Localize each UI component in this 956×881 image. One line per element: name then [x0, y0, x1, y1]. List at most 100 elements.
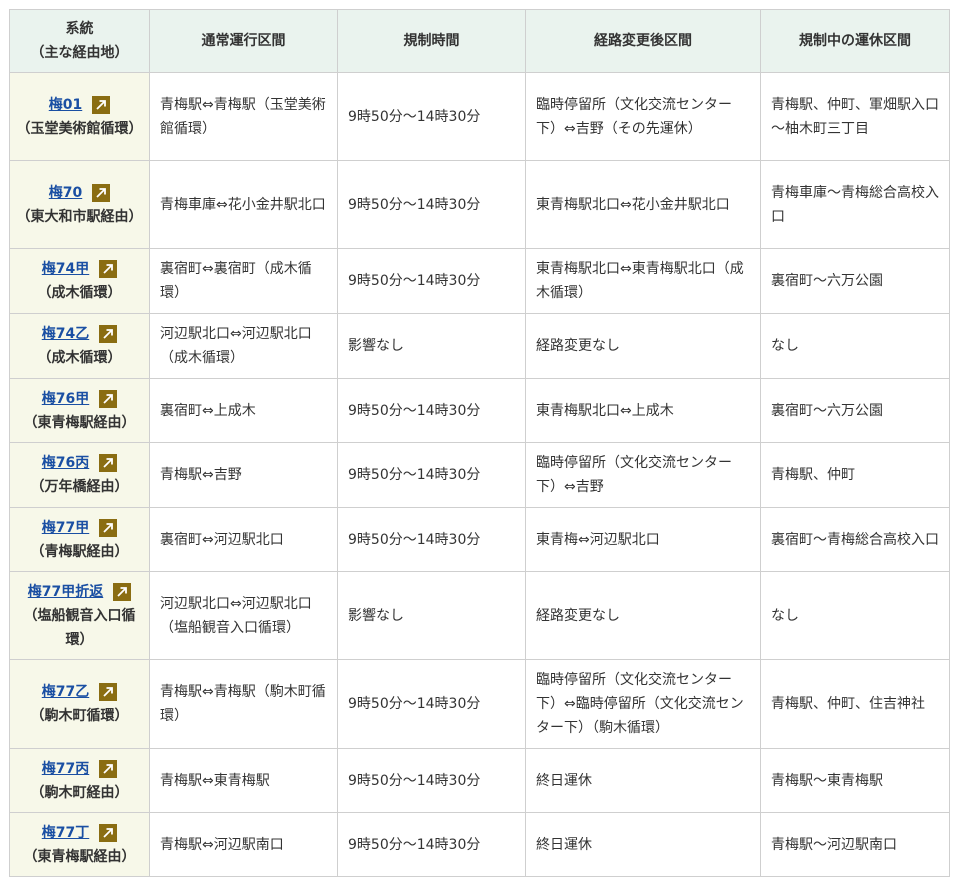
regulation-time-cell: 9時50分～14時30分 — [337, 442, 526, 508]
route-link[interactable]: 梅74甲 — [42, 257, 89, 281]
external-link-icon[interactable] — [99, 260, 118, 278]
route-via: （塩船観音入口循環） — [23, 607, 136, 648]
regulation-time-cell: 影響なし — [337, 313, 526, 379]
route-cell: 梅77丙 （駒木町経由） — [9, 748, 150, 813]
route-line: 梅77乙 — [42, 680, 118, 704]
route-via: （成木循環） — [37, 285, 122, 301]
header-route-label: 系統 — [65, 21, 94, 37]
route-cell: 梅76甲 （東青梅駅経由） — [9, 378, 150, 443]
table-row: 梅76丙 （万年橋経由） 青梅駅⇔吉野 9時50分～14時30分 臨時停留所（文化交流セ… — [9, 442, 950, 508]
external-link-icon[interactable] — [99, 454, 118, 472]
header-normal-section: 通常運行区間 — [149, 9, 338, 73]
external-link-icon[interactable] — [99, 759, 118, 778]
normal-section-cell: 青梅駅⇔東青梅駅 — [149, 748, 338, 813]
route-link[interactable]: 梅76甲 — [42, 387, 89, 411]
route-via: （玉堂美術館循環） — [16, 120, 143, 137]
suspended-section-cell: なし — [760, 313, 950, 379]
route-cell: 梅77甲折返 （塩船観音入口循環） — [9, 571, 150, 660]
table-row: 梅70 （東大和市駅経由） 青梅車庫⇔花小金井駅北口 9時50分～14時30分 東青梅駅… — [9, 160, 950, 249]
external-link-icon[interactable] — [113, 582, 132, 601]
normal-section-cell: 青梅駅⇔青梅駅（玉堂美術館循環） — [149, 72, 338, 161]
changed-section-cell: 臨時停留所（文化交流センター下）⇔臨時停留所（文化交流センター下）（駒木循環） — [525, 659, 761, 749]
route-cell: 梅74甲 （成木循環） — [9, 248, 150, 314]
external-link-icon[interactable] — [92, 183, 111, 202]
normal-section-cell: 裏宿町⇔裏宿町（成木循環） — [149, 248, 338, 314]
route-via: （東大和市駅経由） — [16, 208, 143, 225]
regulation-time-cell: 9時50分～14時30分 — [337, 160, 526, 249]
table-row: 梅77丙 （駒木町経由） 青梅駅⇔東青梅駅 9時50分～14時30分 終日運休 青梅駅～東… — [9, 748, 950, 813]
header-route: 系統 （主な経由地） — [9, 9, 150, 73]
route-link[interactable]: 梅77甲折返 — [28, 580, 103, 604]
table-row: 梅76甲 （東青梅駅経由） 裏宿町⇔上成木 9時50分～14時30分 東青梅駅北口⇔上成… — [9, 378, 950, 443]
route-via: （万年橋経由） — [30, 479, 129, 495]
external-link-icon[interactable] — [99, 518, 118, 537]
suspended-section-cell: 裏宿町～青梅総合高校入口 — [760, 507, 950, 572]
route-cell: 梅74乙 （成木循環） — [9, 313, 150, 379]
route-link[interactable]: 梅01 — [49, 93, 82, 117]
changed-section-cell: 東青梅⇔河辺駅北口 — [525, 507, 761, 572]
route-via: （青梅駅経由） — [30, 543, 129, 560]
suspended-section-cell: 青梅車庫～青梅総合高校入口 — [760, 160, 950, 249]
route-cell: 梅70 （東大和市駅経由） — [9, 160, 150, 249]
route-via: （駒木町循環） — [30, 708, 129, 724]
suspended-section-cell: なし — [760, 571, 950, 660]
route-link[interactable]: 梅77丁 — [42, 821, 89, 845]
regulation-time-cell: 9時50分～14時30分 — [337, 812, 526, 877]
regulation-time-cell: 9時50分～14時30分 — [337, 72, 526, 161]
external-link-icon[interactable] — [99, 325, 118, 343]
header-regulation-time: 規制時間 — [337, 9, 526, 73]
changed-section-cell: 東青梅駅北口⇔花小金井駅北口 — [525, 160, 761, 249]
route-link[interactable]: 梅74乙 — [42, 322, 89, 346]
external-link-icon[interactable] — [99, 389, 118, 408]
normal-section-cell: 裏宿町⇔上成木 — [149, 378, 338, 443]
route-line: 梅74乙 — [42, 322, 118, 346]
changed-section-cell: 終日運休 — [525, 748, 761, 813]
route-via: （成木循環） — [37, 350, 122, 366]
route-via: （駒木町経由） — [30, 784, 129, 801]
table-header-row: 系統 （主な経由地） 通常運行区間 規制時間 経路変更後区間 規制中の運休区間 — [9, 9, 950, 73]
route-cell: 梅77乙 （駒木町循環） — [9, 659, 150, 749]
regulation-time-cell: 影響なし — [337, 571, 526, 660]
route-link[interactable]: 梅77丙 — [42, 757, 89, 781]
changed-section-cell: 臨時停留所（文化交流センター下）⇔吉野（その先運休） — [525, 72, 761, 161]
regulation-time-cell: 9時50分～14時30分 — [337, 378, 526, 443]
suspended-section-cell: 青梅駅、仲町 — [760, 442, 950, 508]
route-line: 梅76甲 — [42, 387, 118, 411]
normal-section-cell: 青梅駅⇔河辺駅南口 — [149, 812, 338, 877]
route-line: 梅76丙 — [42, 451, 118, 475]
header-route-sub-label: （主な経由地） — [30, 45, 129, 61]
route-via: （東青梅駅経由） — [23, 414, 136, 431]
changed-section-cell: 終日運休 — [525, 812, 761, 877]
suspended-section-cell: 青梅駅、仲町、住吉神社 — [760, 659, 950, 749]
changed-section-cell: 経路変更なし — [525, 313, 761, 379]
table-row: 梅74乙 （成木循環） 河辺駅北口⇔河辺駅北口（成木循環） 影響なし 経路変更なし なし — [9, 313, 950, 379]
changed-section-cell: 臨時停留所（文化交流センター下）⇔吉野 — [525, 442, 761, 508]
suspended-section-cell: 青梅駅～河辺駅南口 — [760, 812, 950, 877]
route-cell: 梅77甲 （青梅駅経由） — [9, 507, 150, 572]
route-link[interactable]: 梅76丙 — [42, 451, 89, 475]
normal-section-cell: 裏宿町⇔河辺駅北口 — [149, 507, 338, 572]
changed-section-cell: 経路変更なし — [525, 571, 761, 660]
changed-section-cell: 東青梅駅北口⇔上成木 — [525, 378, 761, 443]
route-link[interactable]: 梅70 — [49, 181, 82, 205]
route-link[interactable]: 梅77甲 — [42, 516, 89, 540]
route-cell: 梅01 （玉堂美術館循環） — [9, 72, 150, 161]
external-link-icon[interactable] — [99, 683, 118, 701]
route-line: 梅74甲 — [42, 257, 118, 281]
route-link[interactable]: 梅77乙 — [42, 680, 89, 704]
external-link-icon[interactable] — [99, 823, 118, 842]
regulation-time-cell: 9時50分～14時30分 — [337, 507, 526, 572]
route-via: （東青梅駅経由） — [23, 848, 136, 865]
route-line: 梅77丁 — [42, 821, 118, 845]
external-link-icon[interactable] — [92, 95, 111, 114]
route-line: 梅01 — [49, 93, 111, 117]
table-row: 梅77甲 （青梅駅経由） 裏宿町⇔河辺駅北口 9時50分～14時30分 東青梅⇔河辺駅北… — [9, 507, 950, 572]
table-row: 梅01 （玉堂美術館循環） 青梅駅⇔青梅駅（玉堂美術館循環） 9時50分～14時30分… — [9, 72, 950, 161]
table-body: 梅01 （玉堂美術館循環） 青梅駅⇔青梅駅（玉堂美術館循環） 9時50分～14時30分… — [9, 72, 950, 877]
header-changed-section: 経路変更後区間 — [525, 9, 761, 73]
regulation-time-cell: 9時50分～14時30分 — [337, 748, 526, 813]
route-cell: 梅76丙 （万年橋経由） — [9, 442, 150, 508]
suspended-section-cell: 裏宿町～六万公園 — [760, 248, 950, 314]
suspended-section-cell: 青梅駅～東青梅駅 — [760, 748, 950, 813]
regulation-time-cell: 9時50分～14時30分 — [337, 659, 526, 749]
